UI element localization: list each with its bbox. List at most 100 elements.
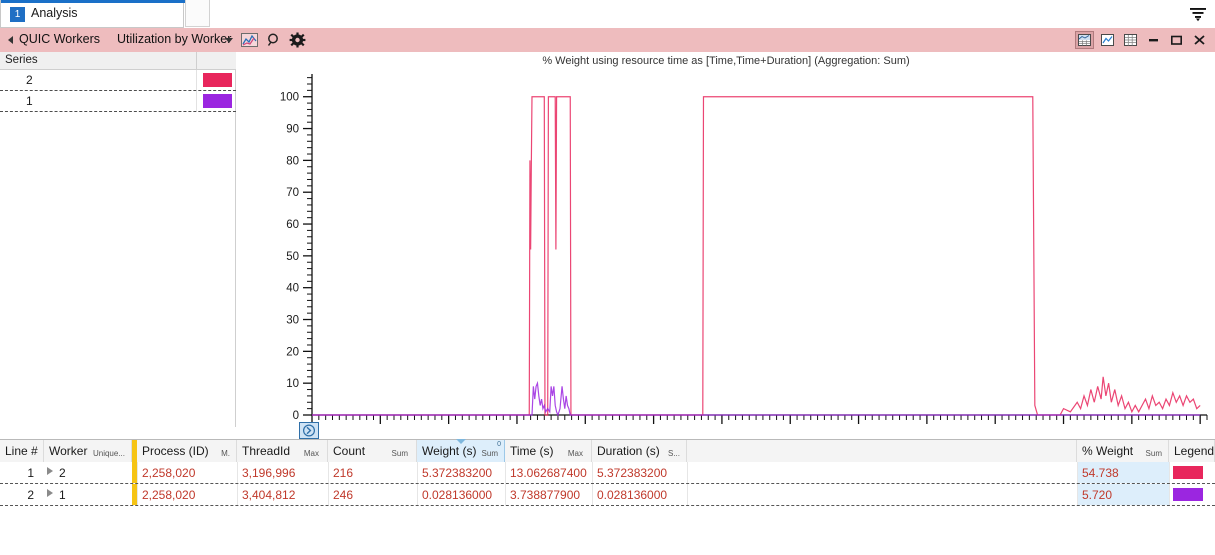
legend-color-swatch[interactable] (1173, 466, 1203, 479)
column-header-blank[interactable] (687, 440, 1077, 462)
column-aggregation-label: Sum (481, 449, 498, 458)
table-view-button[interactable] (1121, 31, 1140, 49)
series-column-header[interactable]: Series (0, 52, 236, 70)
column-header-time-s[interactable]: Time (s) Max (505, 440, 592, 462)
svg-text:20: 20 (286, 346, 299, 358)
column-aggregation-label: Max (567, 449, 583, 458)
series-row-0[interactable]: 2 (0, 70, 236, 91)
tab-analysis[interactable]: 1 Analysis (0, 0, 185, 28)
graph-and-table-view-button[interactable] (1075, 31, 1094, 49)
close-button[interactable] (1190, 31, 1209, 49)
cell-divider (417, 484, 418, 505)
chevron-down-icon[interactable] (225, 38, 233, 43)
expand-range-icon[interactable] (299, 422, 319, 439)
column-header-label: Line # (5, 444, 38, 458)
cell-percent-weight: 5.720 (1082, 488, 1113, 502)
sort-order-badge: 0 (497, 441, 501, 448)
maximize-button[interactable] (1167, 31, 1186, 49)
cell-divider (592, 462, 593, 483)
graph-view-button[interactable] (1098, 31, 1117, 49)
svg-text:90: 90 (286, 124, 299, 136)
gear-icon[interactable] (289, 32, 306, 48)
tab-badge: 1 (10, 7, 25, 22)
tab-active-accent (1, 0, 185, 3)
analysis-window: 1 Analysis QUIC Workers Utilization by W… (0, 0, 1215, 555)
cell-count: 216 (333, 466, 354, 480)
pivot-divider[interactable] (132, 440, 137, 462)
column-header-label: Time (s) (510, 444, 554, 458)
cell-divider (687, 462, 688, 483)
cell-line-number: 1 (27, 466, 34, 480)
svg-text:10: 10 (286, 378, 299, 390)
column-header-weight-s[interactable]: Weight (s) Sum 0 (417, 439, 505, 462)
cell-divider (137, 484, 138, 505)
column-header-duration-s[interactable]: Duration (s) S... (592, 440, 687, 462)
preset-name[interactable]: Utilization by Worker (117, 32, 231, 46)
cell-worker: 1 (59, 488, 66, 502)
cell-divider (137, 462, 138, 483)
cell-divider (505, 484, 506, 505)
cell-divider (1169, 484, 1170, 505)
tab-new-placeholder[interactable] (185, 0, 210, 27)
series-row-divider (196, 70, 197, 90)
window-buttons (1075, 31, 1209, 49)
series-panel: Series 2 1 (0, 52, 236, 427)
series-row-1[interactable]: 1 (0, 91, 236, 112)
column-header-label: Process (ID) (142, 444, 209, 458)
sort-descending-icon (455, 439, 466, 444)
cell-divider (1169, 462, 1170, 483)
cell-duration: 5.372383200 (597, 466, 668, 480)
column-header-process-id[interactable]: Process (ID) M. (137, 440, 237, 462)
series-row-divider (196, 91, 197, 111)
column-header-label: % Weight (1082, 444, 1134, 458)
cell-thread-id: 3,404,812 (242, 488, 296, 502)
funnel-icon[interactable] (1189, 6, 1207, 22)
cell-process-id: 2,258,020 (142, 466, 196, 480)
cell-process-id: 2,258,020 (142, 488, 196, 502)
view-title: QUIC Workers (19, 32, 101, 46)
column-header-label: Legend (1174, 444, 1215, 458)
cell-percent-weight: 54.738 (1082, 466, 1119, 480)
cell-worker: 2 (59, 466, 66, 480)
results-table: Line # Worker Unique... Process (ID) M. Threa… (0, 439, 1215, 555)
column-header-count[interactable]: Count Sum (328, 440, 417, 462)
cell-time: 13.062687400 (510, 466, 587, 480)
column-header-threadid[interactable]: ThreadId Max (237, 440, 328, 462)
column-aggregation-label: Unique... (92, 449, 125, 458)
cell-divider (237, 484, 238, 505)
cell-weight: 5.372383200 (422, 466, 493, 480)
table-row[interactable]: 1 2 2,258,020 3,196,996 216 5.372383200 13.062… (0, 462, 1215, 484)
column-aggregation-label: Sum (1145, 449, 1162, 458)
expand-triangle-icon[interactable] (47, 467, 53, 475)
cell-line-number: 2 (27, 488, 34, 502)
svg-text:30: 30 (286, 315, 299, 327)
minimize-button[interactable] (1144, 31, 1163, 49)
series-label: 2 (26, 73, 33, 87)
cell-divider (592, 484, 593, 505)
cell-divider (417, 462, 418, 483)
chart-thumbnail-icon[interactable] (241, 32, 258, 48)
column-header-label: Weight (s) (422, 444, 477, 458)
collapse-caret-icon[interactable] (8, 36, 13, 44)
svg-text:0: 0 (293, 410, 299, 422)
series-color-swatch[interactable] (203, 73, 232, 87)
column-header-weight[interactable]: % Weight Sum (1077, 440, 1169, 462)
cell-thread-id: 3,196,996 (242, 466, 296, 480)
column-header-worker[interactable]: Worker Unique... (44, 440, 132, 462)
column-aggregation-label: M. (221, 449, 230, 458)
column-header-legend[interactable]: Legend (1169, 440, 1215, 462)
table-row[interactable]: 2 1 2,258,020 3,404,812 246 0.028136000 3.7388… (0, 484, 1215, 506)
search-icon[interactable] (266, 32, 283, 48)
legend-color-swatch[interactable] (1173, 488, 1203, 501)
cell-divider (328, 462, 329, 483)
cell-divider (687, 484, 688, 505)
series-color-swatch[interactable] (203, 94, 232, 108)
series-header-label: Series (5, 54, 38, 66)
chart-area: % Weight using resource time as [Time,Ti… (237, 52, 1215, 439)
cell-divider (328, 484, 329, 505)
chart-plot[interactable]: 0102030405060708090100012345678910111213 (237, 52, 1215, 427)
expand-triangle-icon[interactable] (47, 489, 53, 497)
svg-text:100: 100 (280, 92, 299, 104)
column-header-line[interactable]: Line # (0, 440, 44, 462)
column-header-label: Duration (s) (597, 444, 660, 458)
